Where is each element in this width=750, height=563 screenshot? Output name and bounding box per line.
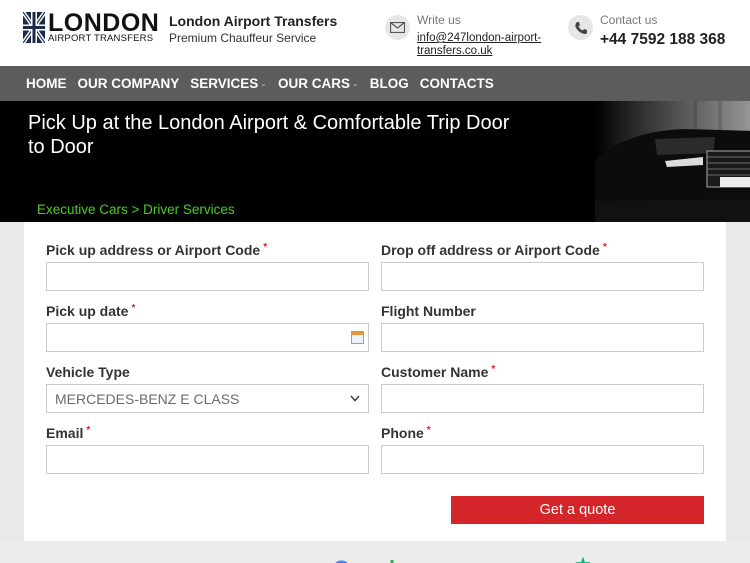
email-label: Email * (46, 425, 90, 441)
phone-input[interactable] (381, 445, 704, 474)
customer-name-label: Customer Name * (381, 364, 495, 380)
label-text: Phone (381, 425, 424, 441)
booking-form: Pick up address or Airport Code * Drop of… (24, 222, 726, 541)
chevron-down-icon (350, 395, 360, 402)
get-quote-button[interactable]: Get a quote (451, 496, 704, 524)
envelope-icon (385, 15, 410, 40)
google-logo[interactable]: G o o g l e (333, 553, 413, 563)
logo-subtitle: AIRPORT TRANSFERS (48, 33, 154, 44)
flight-number-label: Flight Number (381, 303, 476, 319)
chevron-down-icon: ⌄ (352, 79, 359, 88)
nav-label: BLOG (369, 76, 409, 91)
svg-text:G: G (333, 556, 351, 563)
customer-name-input[interactable] (381, 384, 704, 413)
required-mark: * (263, 242, 268, 253)
reviews-strip: G o o g l e ★ (0, 541, 750, 563)
hero-title: Pick Up at the London Airport & Comforta… (28, 112, 510, 158)
required-mark: * (131, 303, 136, 314)
required-mark: * (426, 425, 431, 436)
label-text: Email (46, 425, 84, 441)
required-mark: * (86, 425, 91, 436)
nav-label: HOME (26, 76, 67, 91)
dropoff-address-input[interactable] (381, 262, 704, 291)
dropoff-label: Drop off address or Airport Code * (381, 242, 607, 258)
svg-text:e: e (395, 556, 408, 563)
vehicle-type-select[interactable]: MERCEDES-BENZ E CLASS (46, 384, 369, 413)
nav-label: OUR CARS (278, 76, 351, 91)
hero-banner: Pick Up at the London Airport & Comforta… (0, 101, 750, 222)
nav-item-our-cars[interactable]: OUR CARS ⌄ (278, 76, 359, 91)
nav-item-services[interactable]: SERVICES ⌄ (190, 76, 267, 91)
car-image (595, 101, 750, 222)
chevron-down-icon: ⌄ (260, 79, 267, 88)
pickup-address-input[interactable] (46, 262, 369, 291)
site-logo[interactable]: LONDON AIRPORT TRANSFERS (23, 9, 159, 45)
nav-label: OUR COMPANY (77, 76, 180, 91)
union-jack-icon (23, 12, 45, 43)
flight-number-input[interactable] (381, 323, 704, 352)
main-nav: HOME OUR COMPANY SERVICES ⌄ OUR CARS ⌄ BLO… (0, 66, 750, 101)
nav-label: SERVICES (190, 76, 259, 91)
required-mark: * (602, 242, 607, 253)
phone-number[interactable]: +44 7592 188 368 (600, 31, 725, 49)
phone-label: Phone * (381, 425, 431, 441)
label-text: Customer Name (381, 364, 489, 380)
brand-name: London Airport Transfers (169, 13, 338, 29)
trustpilot-star-icon: ★ (574, 552, 592, 563)
pickup-date-label: Pick up date * (46, 303, 135, 319)
vehicle-type-value: MERCEDES-BENZ E CLASS (55, 390, 240, 407)
brand-tagline: Premium Chauffeur Service (169, 31, 317, 45)
nav-label: CONTACTS (419, 76, 494, 91)
nav-item-home[interactable]: HOME (26, 76, 67, 91)
nav-item-our-company[interactable]: OUR COMPANY (78, 76, 180, 91)
nav-item-blog[interactable]: BLOG (370, 76, 409, 91)
label-text: Pick up date (46, 303, 129, 319)
pickup-date-input[interactable] (46, 323, 369, 352)
nav-item-contacts[interactable]: CONTACTS (420, 76, 494, 91)
breadcrumb[interactable]: Executive Cars > Driver Services (37, 202, 235, 217)
phone-icon (568, 15, 593, 40)
contact-us-label: Contact us (600, 13, 658, 27)
vehicle-type-label: Vehicle Type (46, 364, 130, 380)
site-header: LONDON AIRPORT TRANSFERS London Airport … (0, 0, 750, 66)
pickup-label: Pick up address or Airport Code * (46, 242, 267, 258)
email-link[interactable]: info@247london-airport-transfers.co.uk (417, 32, 547, 58)
write-us-label: Write us (417, 13, 461, 27)
label-text: Drop off address or Airport Code (381, 242, 600, 258)
calendar-icon[interactable] (351, 331, 364, 344)
label-text: Pick up address or Airport Code (46, 242, 261, 258)
email-input[interactable] (46, 445, 369, 474)
required-mark: * (491, 364, 496, 375)
